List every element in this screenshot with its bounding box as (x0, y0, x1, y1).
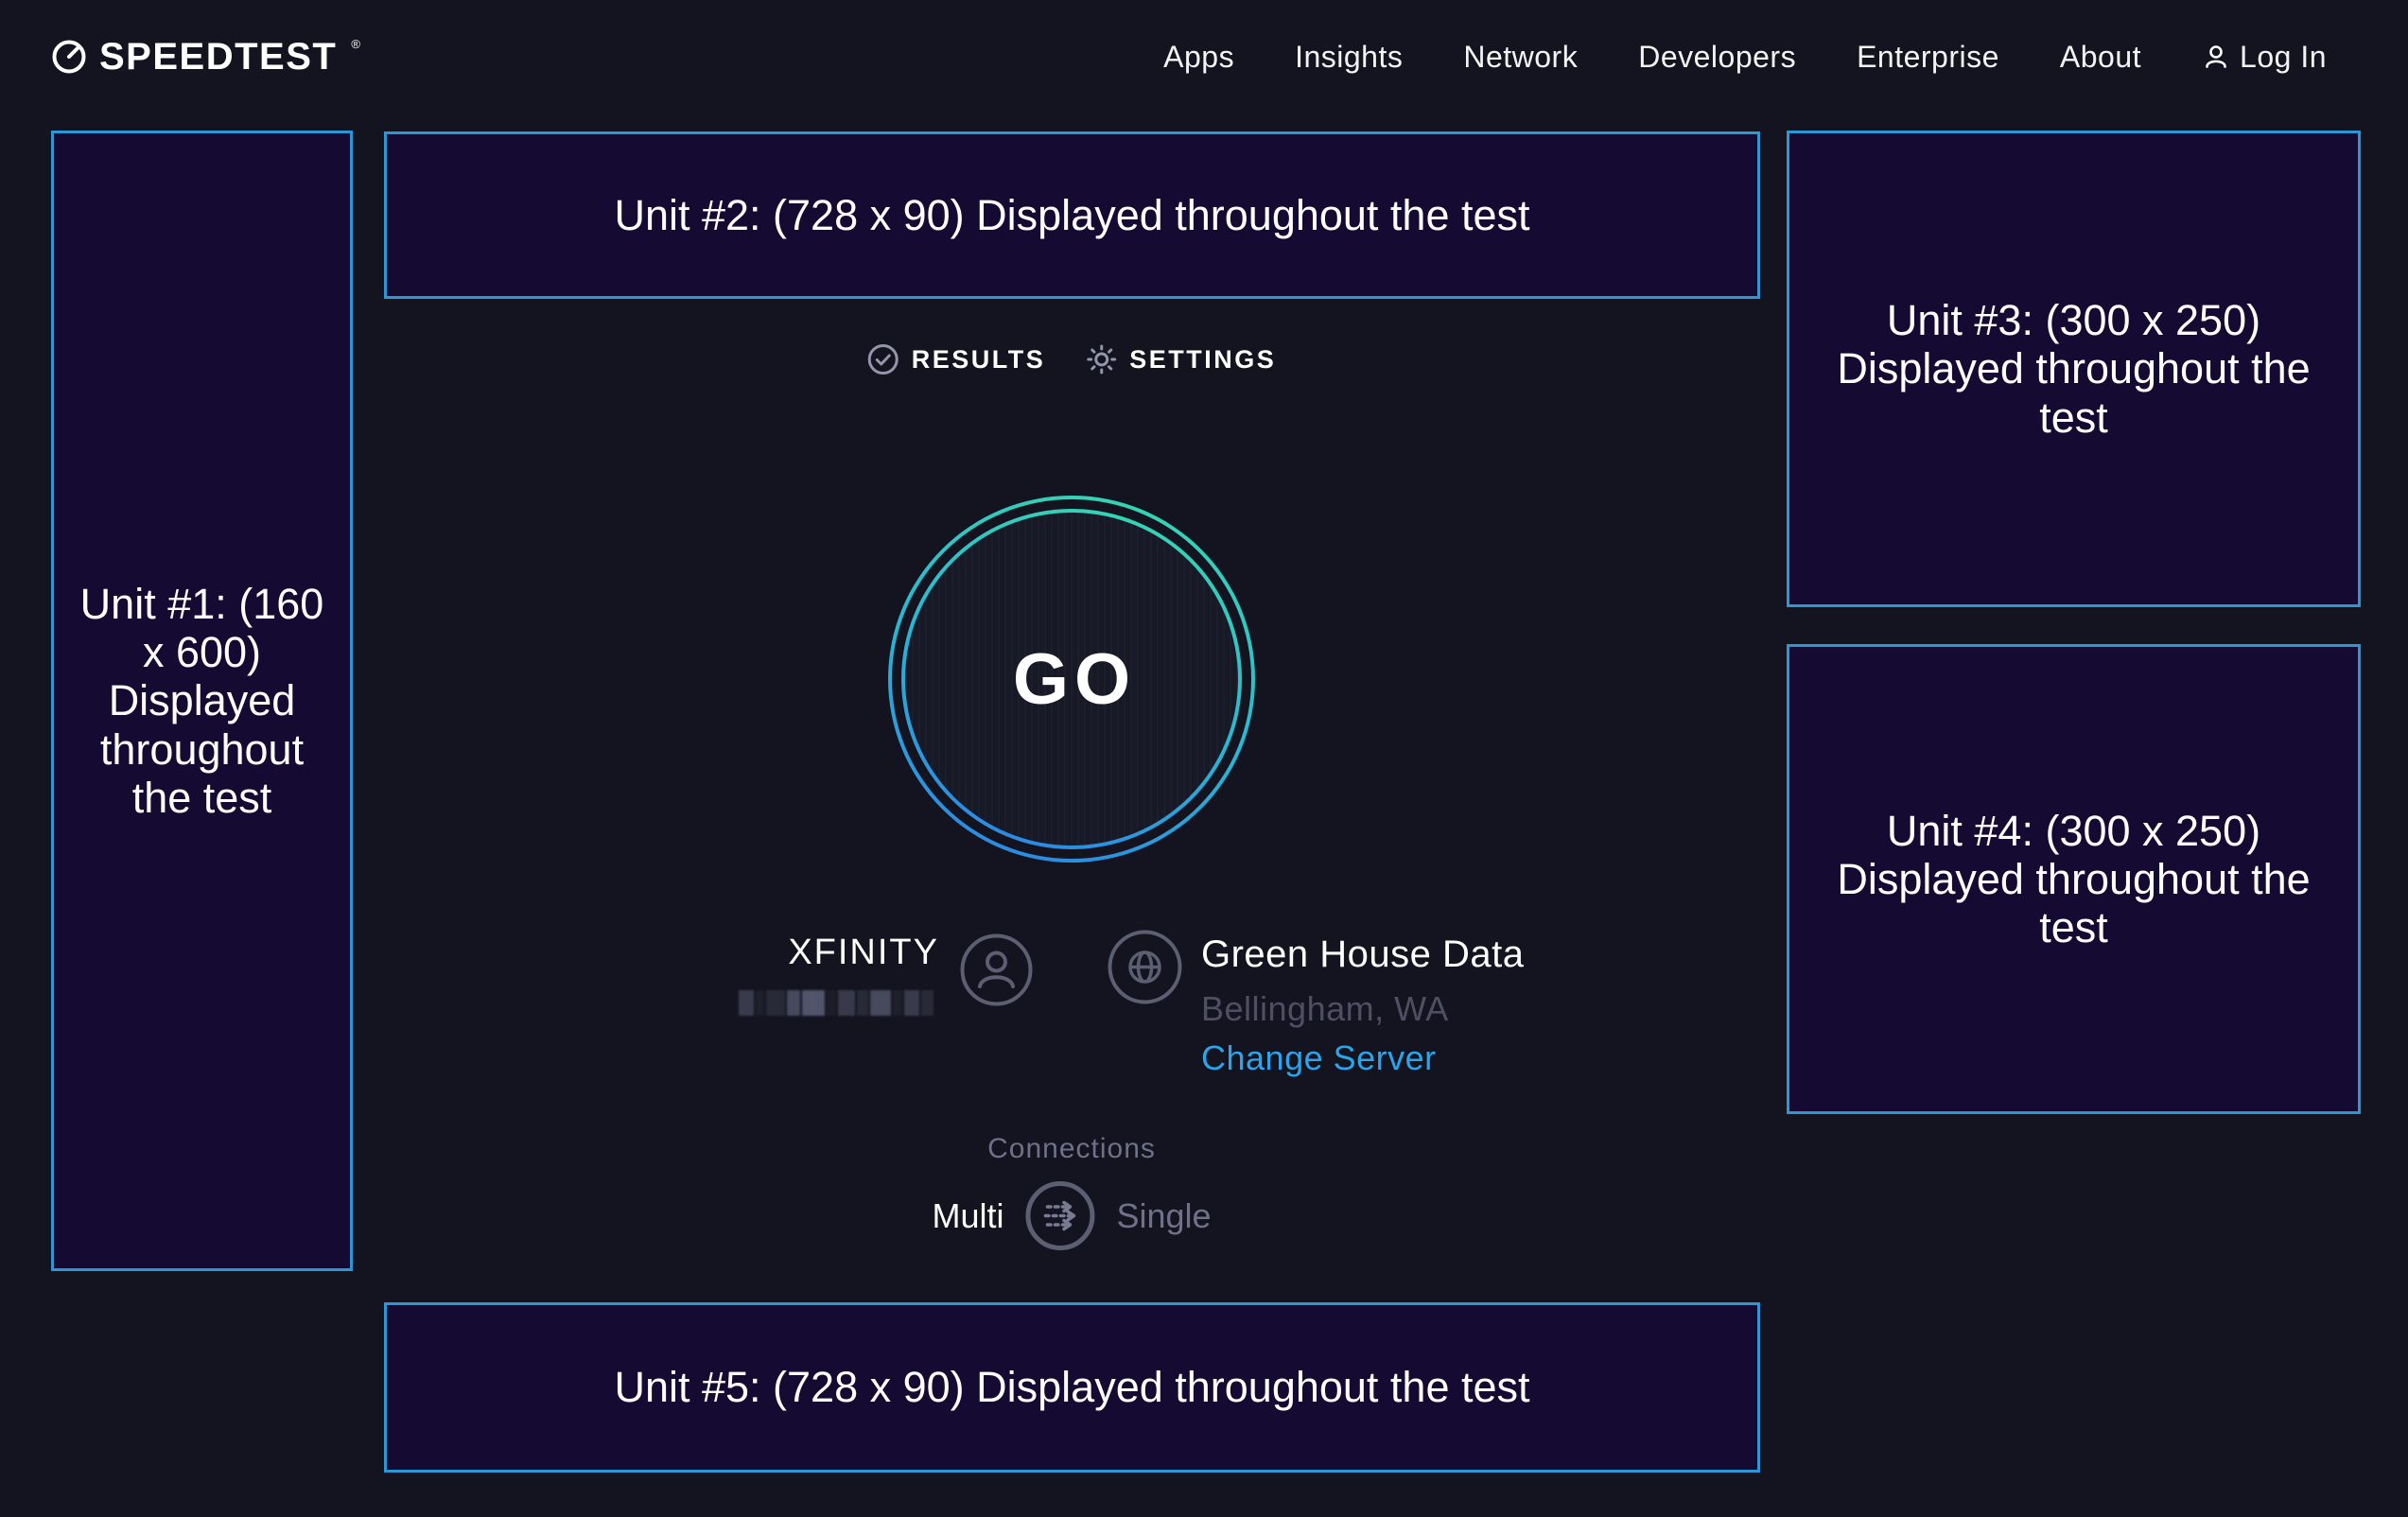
ad-unit-2: Unit #2: (728 x 90) Displayed throughout… (384, 131, 1760, 299)
connections-multi-option[interactable]: Multi (932, 1196, 1003, 1236)
isp-person-icon (960, 933, 1033, 1006)
server-location: Bellingham, WA (1201, 989, 1449, 1029)
nav-menu: Apps Insights Network Developers Enterpr… (1163, 0, 2327, 113)
multi-connections-toggle-icon[interactable] (1023, 1179, 1096, 1252)
server-globe-icon (1108, 930, 1182, 1004)
speedtest-logo[interactable]: SPEEDTEST ® (51, 0, 358, 113)
ad-unit-4-label: Unit #4: (300 x 250) Displayed throughou… (1835, 807, 2312, 952)
login-label: Log In (2240, 40, 2327, 75)
ad-unit-5-label: Unit #5: (728 x 90) Displayed throughout… (614, 1363, 1529, 1411)
ad-unit-1: Unit #1: (160 x 600) Displayed throughou… (51, 131, 353, 1271)
tab-results-label: RESULTS (912, 345, 1046, 375)
redacted-ip (739, 990, 941, 1016)
ad-unit-2-label: Unit #2: (728 x 90) Displayed throughout… (614, 191, 1529, 239)
speedtest-page: SPEEDTEST ® Apps Insights Network Develo… (0, 0, 2408, 1517)
nav-item-apps[interactable]: Apps (1163, 40, 1234, 75)
ad-unit-1-label: Unit #1: (160 x 600) Displayed throughou… (76, 580, 329, 822)
ad-unit-4: Unit #4: (300 x 250) Displayed throughou… (1787, 644, 2361, 1114)
nav-item-about[interactable]: About (2060, 40, 2141, 75)
person-icon (2202, 43, 2230, 71)
gauge-icon (51, 39, 87, 75)
tabs-bar: RESULTS SETTI (867, 343, 1277, 375)
isp-name: XFINITY (788, 933, 939, 973)
connections-toggle-row: Multi Single (932, 1179, 1211, 1252)
login-button[interactable]: Log In (2202, 40, 2327, 75)
tab-settings-label: SETTINGS (1129, 345, 1276, 375)
go-button[interactable]: GO (888, 496, 1255, 863)
top-nav-bar: SPEEDTEST ® Apps Insights Network Develo… (0, 0, 2408, 113)
server-name: Green House Data (1201, 933, 1525, 976)
brand-name: SPEEDTEST (99, 36, 337, 78)
tab-settings[interactable]: SETTINGS (1085, 343, 1276, 375)
check-circle-icon (867, 343, 899, 375)
nav-item-insights[interactable]: Insights (1295, 40, 1403, 75)
go-button-center: GO (905, 513, 1238, 846)
change-server-link[interactable]: Change Server (1201, 1038, 1437, 1078)
ad-unit-3: Unit #3: (300 x 250) Displayed throughou… (1787, 131, 2361, 607)
connections-single-option[interactable]: Single (1116, 1196, 1211, 1236)
ad-unit-3-label: Unit #3: (300 x 250) Displayed throughou… (1835, 296, 2312, 442)
connections-label: Connections (987, 1133, 1156, 1165)
nav-item-developers[interactable]: Developers (1638, 40, 1796, 75)
ad-unit-5: Unit #5: (728 x 90) Displayed throughout… (384, 1302, 1760, 1473)
nav-item-network[interactable]: Network (1463, 40, 1578, 75)
gear-icon (1085, 343, 1117, 375)
nav-item-enterprise[interactable]: Enterprise (1857, 40, 1999, 75)
tab-results[interactable]: RESULTS (867, 343, 1046, 375)
go-label: GO (1007, 638, 1136, 721)
trademark-mark: ® (351, 37, 360, 51)
